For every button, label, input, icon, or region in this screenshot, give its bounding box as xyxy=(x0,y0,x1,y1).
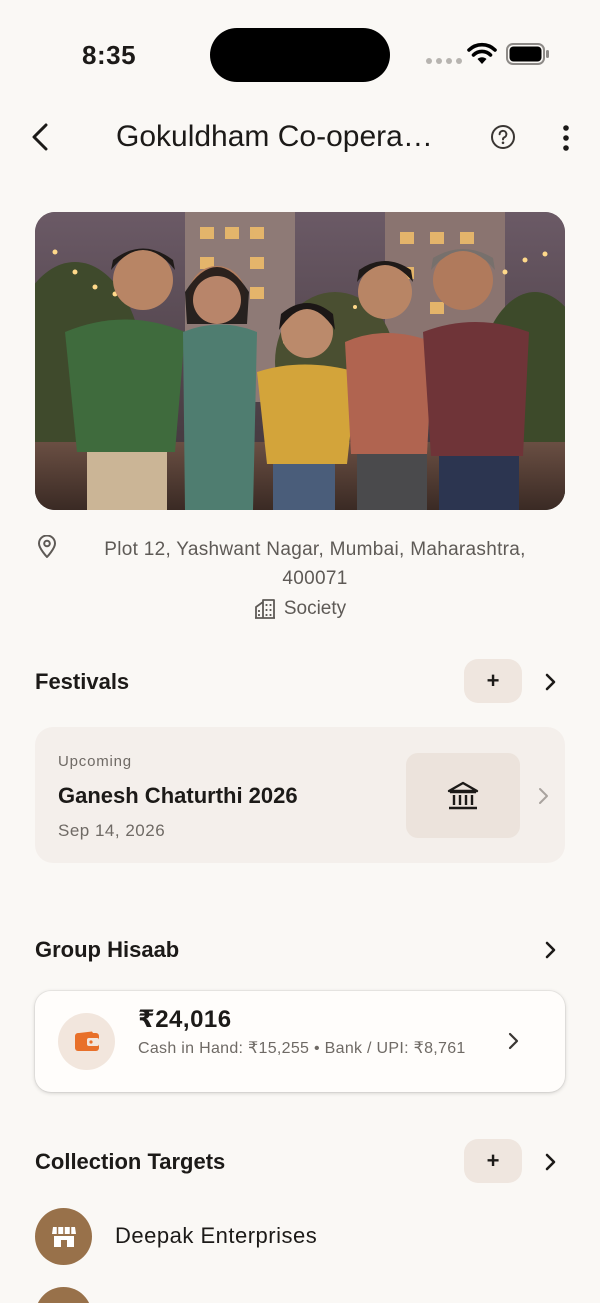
group-cover-image xyxy=(35,212,565,510)
cellular-signal-icon xyxy=(426,58,462,64)
back-button[interactable] xyxy=(26,122,56,152)
hisaab-total-balance: ₹24,016 xyxy=(138,1006,232,1033)
festivals-heading: Festivals xyxy=(35,669,130,694)
more-options-icon[interactable] xyxy=(554,124,578,152)
page-title: Gokuldham Co-opera… xyxy=(116,120,433,153)
group-hisaab-card[interactable]: ₹24,016 Cash in Hand: ₹15,255 • Bank / U… xyxy=(35,991,565,1092)
group-type: Society xyxy=(0,598,600,620)
collection-target-item[interactable]: Deepak Enterprises xyxy=(35,1208,565,1266)
group-type-label: Society xyxy=(283,598,347,619)
festival-card-chevron-icon xyxy=(539,788,548,804)
group-hisaab-heading: Group Hisaab xyxy=(35,937,180,962)
festival-status-label: Upcoming xyxy=(58,753,132,770)
status-time: 8:35 xyxy=(82,40,137,70)
upcoming-festival-card[interactable]: Upcoming Ganesh Chaturthi 2026 Sep 14, 2… xyxy=(35,727,565,863)
navigation-bar: Gokuldham Co-opera… xyxy=(0,110,600,166)
collection-target-avatar xyxy=(35,1208,92,1265)
hisaab-breakdown: Cash in Hand: ₹15,255 • Bank / UPI: ₹8,7… xyxy=(138,1040,466,1057)
store-icon xyxy=(51,1226,76,1247)
group-address: Plot 12, Yashwant Nagar, Mumbai, Maharas… xyxy=(104,539,526,589)
collection-targets-heading: Collection Targets xyxy=(35,1149,226,1174)
add-collection-target-button[interactable]: + xyxy=(464,1139,522,1183)
collection-chevron-right-icon[interactable] xyxy=(540,1152,560,1172)
status-bar: 8:35 xyxy=(0,0,600,110)
collection-target-item[interactable] xyxy=(35,1287,565,1303)
collection-target-avatar xyxy=(35,1287,92,1303)
temple-icon xyxy=(447,781,479,809)
hisaab-chevron-right-icon[interactable] xyxy=(540,940,560,960)
dynamic-island xyxy=(210,28,390,82)
festival-name: Ganesh Chaturthi 2026 xyxy=(58,783,298,808)
help-icon[interactable] xyxy=(490,124,516,150)
festival-thumbnail xyxy=(406,753,520,838)
collection-target-name: Deepak Enterprises xyxy=(115,1223,318,1248)
add-festival-button[interactable]: + xyxy=(464,659,522,703)
wallet-icon xyxy=(74,1031,99,1051)
hisaab-card-chevron-icon xyxy=(508,1032,519,1050)
battery-icon xyxy=(506,43,549,65)
wallet-avatar xyxy=(58,1013,115,1070)
festivals-chevron-right-icon[interactable] xyxy=(540,672,560,692)
wifi-icon xyxy=(467,42,497,64)
festival-date: Sep 14, 2026 xyxy=(58,821,166,840)
location-pin-icon xyxy=(38,535,56,558)
apartment-icon xyxy=(254,599,275,619)
